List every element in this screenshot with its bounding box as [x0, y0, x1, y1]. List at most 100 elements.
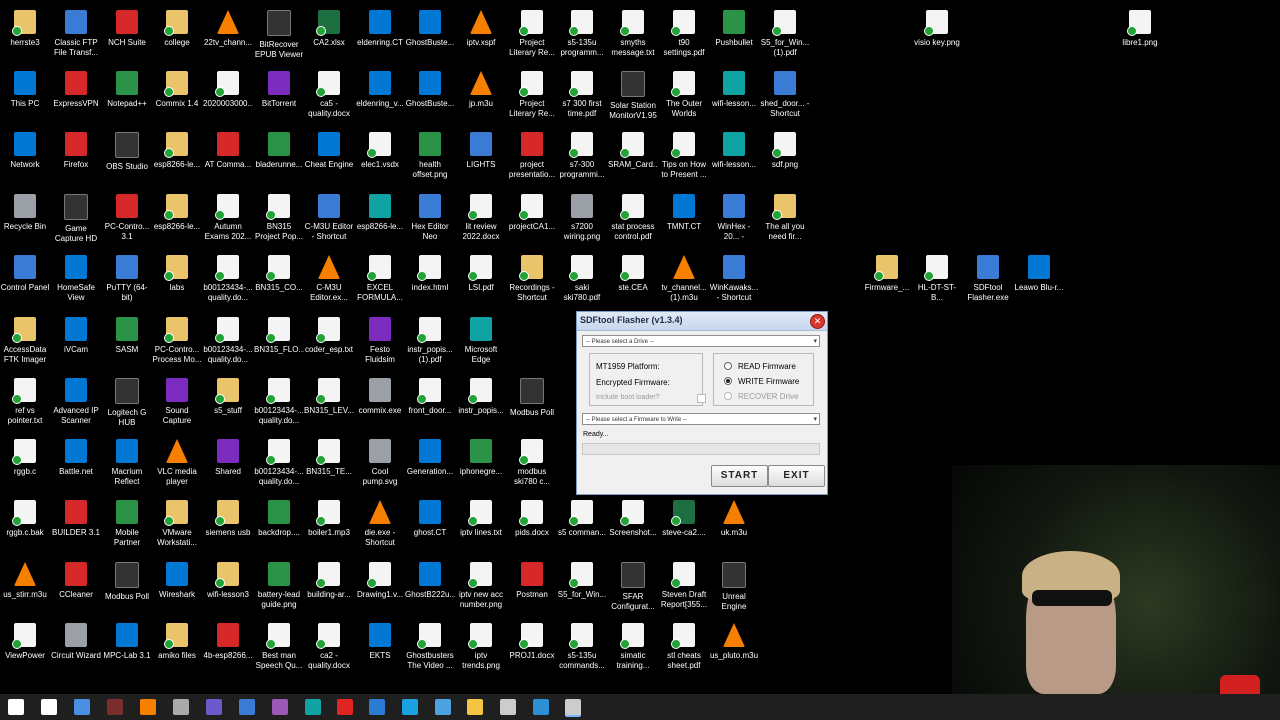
desktop-icon[interactable]: modbus ski780 c...: [507, 433, 557, 491]
desktop-icon[interactable]: iptv trends.png: [456, 617, 506, 675]
task-icon[interactable]: [435, 699, 451, 715]
desktop-icon[interactable]: AccessData FTK Imager: [0, 311, 50, 369]
desktop-icon[interactable]: 4b-esp8266...: [203, 617, 253, 675]
desktop-icon[interactable]: BitRecover EPUB Viewer: [254, 4, 304, 62]
desktop-icon[interactable]: Project Literary Re...: [507, 65, 557, 123]
desktop-icon[interactable]: The all you need fir...: [760, 188, 810, 246]
desktop-icon[interactable]: Macrium Reflect: [102, 433, 152, 491]
desktop-icon[interactable]: sdf.png: [760, 126, 810, 184]
desktop-icon[interactable]: Drawing1.v...: [355, 556, 405, 614]
desktop-icon[interactable]: AT Comma...: [203, 126, 253, 184]
drive-select[interactable]: -- Please select a Drive -- ▾: [582, 335, 820, 347]
desktop-icon[interactable]: s5-135u programm...: [557, 4, 607, 62]
desktop-icon[interactable]: ca2 - quality.docx: [304, 617, 354, 675]
desktop-icon[interactable]: SRAM_Card...: [608, 126, 658, 184]
desktop-icon[interactable]: index.html: [405, 249, 455, 307]
desktop-icon[interactable]: EKTS: [355, 617, 405, 675]
desktop-icon[interactable]: Firefox: [51, 126, 101, 184]
boot-loader-checkbox[interactable]: [697, 394, 706, 403]
desktop-icon[interactable]: Cool pump.svg: [355, 433, 405, 491]
desktop-icon[interactable]: Recordings - Shortcut: [507, 249, 557, 307]
arduino-icon[interactable]: [305, 699, 321, 715]
search-icon[interactable]: [41, 699, 57, 715]
desktop-icon[interactable]: wifi-lesson...: [709, 126, 759, 184]
desktop-icon[interactable]: Recycle Bin: [0, 188, 50, 246]
desktop-icon[interactable]: PuTTY (64-bit): [102, 249, 152, 307]
desktop-icon[interactable]: Shared: [203, 433, 253, 491]
desktop-icon[interactable]: rggb.c: [0, 433, 50, 491]
desktop-icon[interactable]: wifi-lesson...: [709, 65, 759, 123]
desktop-icon[interactable]: stl cheats sheet.pdf: [659, 617, 709, 675]
desktop-icon[interactable]: projectCA1...: [507, 188, 557, 246]
desktop-icon[interactable]: s7-300 programmi...: [557, 126, 607, 184]
desktop-icon[interactable]: b00123434-... quality.do...: [254, 433, 304, 491]
desktop-icon[interactable]: amiko files: [152, 617, 202, 675]
desktop-icon[interactable]: SDFtool Flasher.exe: [963, 249, 1013, 307]
desktop-icon[interactable]: shed_door... - Shortcut: [760, 65, 810, 123]
desktop-icon[interactable]: VLC media player: [152, 433, 202, 491]
desktop-icon[interactable]: coder_esp.txt: [304, 311, 354, 369]
desktop-icon[interactable]: GhostBuste...: [405, 65, 455, 123]
desktop-icon[interactable]: simatic training...: [608, 617, 658, 675]
desktop-icon[interactable]: EXCEL FORMULA...: [355, 249, 405, 307]
desktop-icon[interactable]: instr_popis... (1).pdf: [405, 311, 455, 369]
desktop-icon[interactable]: battery-lead guide.png: [254, 556, 304, 614]
desktop-icon[interactable]: s5 comman...: [557, 494, 607, 552]
desktop-icon[interactable]: Commix 1.4: [152, 65, 202, 123]
desktop-icon[interactable]: Firmware_...: [862, 249, 912, 307]
cheat-engine-icon[interactable]: [239, 699, 255, 715]
desktop-icon[interactable]: health offset.png: [405, 126, 455, 184]
desktop-icon[interactable]: TMNT.CT: [659, 188, 709, 246]
desktop-icon[interactable]: Battle.net: [51, 433, 101, 491]
network-tool-icon[interactable]: [500, 699, 516, 715]
desktop-icon[interactable]: Game Capture HD: [51, 188, 101, 246]
flasher-icon[interactable]: [565, 699, 581, 717]
desktop-icon[interactable]: ghost.CT: [405, 494, 455, 552]
desktop-icon[interactable]: smyths message.txt: [608, 4, 658, 62]
desktop-icon[interactable]: Mobile Partner: [102, 494, 152, 552]
desktop-icon[interactable]: PROJ1.docx: [507, 617, 557, 675]
desktop-icon[interactable]: Unreal Engine: [709, 556, 759, 614]
vlc-icon[interactable]: [140, 699, 156, 715]
desktop-icon[interactable]: boiler1.mp3: [304, 494, 354, 552]
desktop-icon[interactable]: siemens usb: [203, 494, 253, 552]
desktop-icon[interactable]: esp8266-le...: [152, 126, 202, 184]
desktop-icon[interactable]: backdrop....: [254, 494, 304, 552]
desktop-icon[interactable]: b00123434-... quality.do...: [203, 249, 253, 307]
desktop-icon[interactable]: stat process control.pdf: [608, 188, 658, 246]
desktop-icon[interactable]: ref vs pointer.txt: [0, 372, 50, 430]
desktop-icon[interactable]: eldenring.CT: [355, 4, 405, 62]
desktop-icon[interactable]: s5_stuff: [203, 372, 253, 430]
desktop-icon[interactable]: ExpressVPN: [51, 65, 101, 123]
desktop-icon[interactable]: Postman: [507, 556, 557, 614]
desktop-icon[interactable]: Classic FTP File Transf...: [51, 4, 101, 62]
desktop-icon[interactable]: saki ski780.pdf: [557, 249, 607, 307]
visual-studio-icon[interactable]: [272, 699, 288, 715]
mail-icon[interactable]: [533, 699, 549, 715]
store-icon[interactable]: [74, 699, 90, 715]
desktop-icon[interactable]: s7 300 first time.pdf: [557, 65, 607, 123]
desktop-icon[interactable]: BN315_FLO...: [254, 311, 304, 369]
desktop-icon[interactable]: S5_for_Win...: [557, 556, 607, 614]
desktop-icon[interactable]: MPC-Lab 3.1: [102, 617, 152, 675]
desktop-icon[interactable]: CCleaner: [51, 556, 101, 614]
desktop-icon[interactable]: BN315_CO...: [254, 249, 304, 307]
desktop-icon[interactable]: instr_popis...: [456, 372, 506, 430]
desktop-icon[interactable]: us_stirr.m3u: [0, 556, 50, 614]
desktop-icon[interactable]: BUILDER 3.1: [51, 494, 101, 552]
desktop-icon[interactable]: Solar Station MonitorV1.95: [608, 65, 658, 123]
desktop-icon[interactable]: 22tv_chann...: [203, 4, 253, 62]
desktop-icon[interactable]: PC-Contro... 3.1: [102, 188, 152, 246]
desktop-icon[interactable]: Notepad++: [102, 65, 152, 123]
desktop-icon[interactable]: BN315_TE...: [304, 433, 354, 491]
desktop-icon[interactable]: Circuit Wizard: [51, 617, 101, 675]
desktop-icon[interactable]: HL-DT-ST-B...: [912, 249, 962, 307]
desktop-icon[interactable]: Microsoft Edge: [456, 311, 506, 369]
desktop-icon[interactable]: Steven Draft Report[355...: [659, 556, 709, 614]
desktop-icon[interactable]: SFAR Configurat...: [608, 556, 658, 614]
desktop-icon[interactable]: BN315 Project Pop...: [254, 188, 304, 246]
desktop-icon[interactable]: b00123434-... quality.do...: [254, 372, 304, 430]
desktop-icon[interactable]: elec1.vsdx: [355, 126, 405, 184]
edge-icon[interactable]: [402, 699, 418, 715]
desktop-icon[interactable]: Sound Capture: [152, 372, 202, 430]
